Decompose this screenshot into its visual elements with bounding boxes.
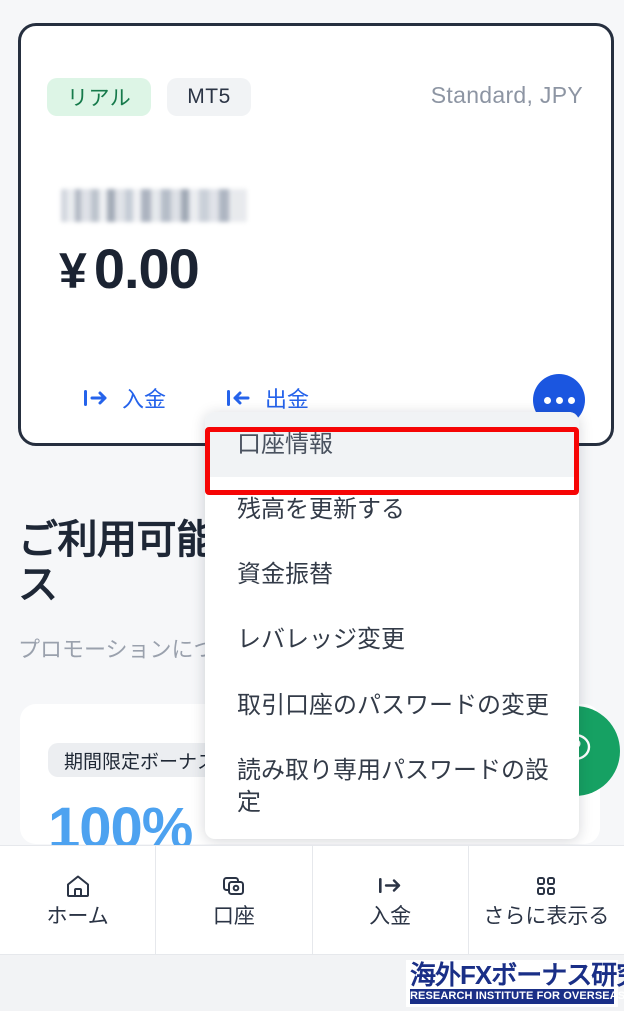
watermark-logo: 海外FXボーナス研究所 RESEARCH INSTITUTE FOR OVERS… [406, 959, 624, 1007]
badge-account-real: リアル [47, 78, 152, 116]
account-card[interactable]: リアル MT5 Standard, JPY ¥ 0.00 入金 出金 [18, 23, 614, 446]
deposit-action[interactable]: 入金 [83, 382, 166, 414]
nav-item-deposit[interactable]: 入金 [313, 846, 469, 954]
account-actions: 入金 出金 [83, 382, 309, 414]
withdraw-action-label: 出金 [265, 387, 310, 412]
deposit-arrow-icon [376, 871, 404, 901]
watermark-title: 海外FXボーナス研究所 [410, 959, 624, 990]
nav-label-accounts: 口座 [212, 904, 255, 928]
masked-account-number [61, 189, 247, 222]
grid-more-icon [534, 871, 558, 901]
withdraw-action[interactable]: 出金 [226, 382, 309, 414]
watermark-subtitle: RESEARCH INSTITUTE FOR OVERSEASFX BONUS [410, 989, 624, 1004]
bottom-navigation: ホーム 口座 入金 さらに表示る [0, 845, 624, 955]
balance-amount: 0.00 [93, 237, 200, 300]
nav-item-accounts[interactable]: 口座 [156, 846, 313, 954]
account-balance: ¥ 0.00 [59, 236, 200, 301]
badge-platform-mt5: MT5 [167, 78, 251, 116]
menu-item-change-leverage[interactable]: レバレッジ変更 [205, 607, 579, 672]
deposit-arrow-icon [83, 387, 109, 409]
account-context-menu[interactable]: 口座情報 残高を更新する 資金振替 レバレッジ変更 取引口座のパスワードの変更 … [205, 412, 579, 840]
account-badges: リアル MT5 [47, 78, 251, 116]
app-screen: ご利用可能なボーナ ス プロモーションについての詳細はこちら！ 期間限定ボーナス… [0, 0, 624, 1011]
accounts-icon [220, 871, 248, 901]
menu-item-change-trading-password[interactable]: 取引口座のパスワードの変更 [205, 673, 579, 738]
nav-label-more: さらに表示る [483, 904, 610, 928]
ellipsis-dot [543, 396, 551, 404]
home-icon [64, 871, 92, 901]
menu-item-refresh-balance[interactable]: 残高を更新する [205, 477, 579, 542]
nav-item-home[interactable]: ホーム [0, 846, 157, 954]
ellipsis-dot [567, 396, 575, 404]
menu-item-fund-transfer[interactable]: 資金振替 [205, 542, 579, 607]
withdraw-arrow-icon [226, 387, 252, 409]
nav-label-home: ホーム [46, 904, 109, 928]
balance-currency-symbol: ¥ [59, 243, 87, 299]
nav-item-more[interactable]: さらに表示る [469, 846, 624, 954]
account-type-label: Standard, JPY [430, 82, 583, 108]
menu-item-set-readonly-password[interactable]: 読み取り専用パスワードの設定 [205, 738, 579, 835]
nav-label-deposit: 入金 [369, 904, 412, 928]
menu-item-account-info[interactable]: 口座情報 [205, 412, 579, 478]
ellipsis-dot [555, 396, 563, 404]
deposit-action-label: 入金 [122, 387, 167, 412]
